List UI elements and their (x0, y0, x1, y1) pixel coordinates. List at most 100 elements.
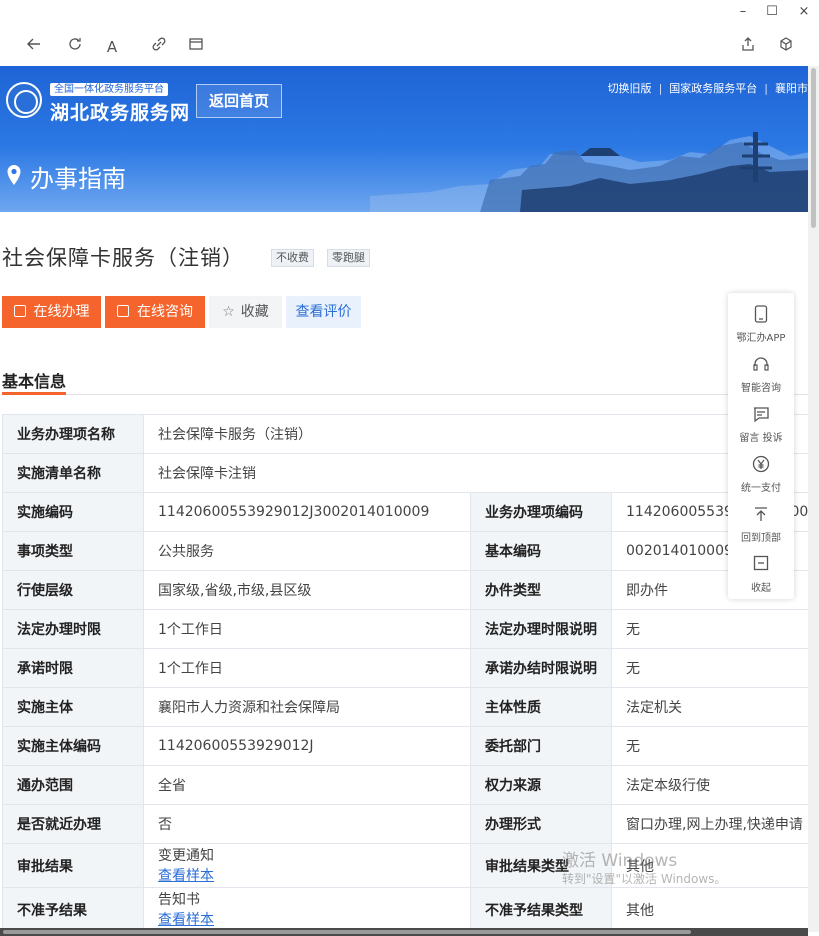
fee-tag: 不收费 (271, 249, 314, 267)
view-sample-link[interactable]: 查看样本 (158, 910, 456, 930)
extensions-icon[interactable] (775, 36, 797, 58)
section-underline (2, 392, 66, 395)
table-label: 实施主体编码 (2, 726, 144, 766)
table-value: 社会保障卡注销 (143, 453, 808, 493)
side-label: 收起 (751, 583, 771, 594)
table-row: 法定办理时限 1个工作日 法定办理时限说明 无 (2, 609, 808, 649)
back-icon[interactable] (23, 36, 45, 58)
table-value: 无 (611, 648, 808, 688)
vertical-scrollbar[interactable] (808, 66, 819, 932)
message-complaint-button[interactable]: 留言 投诉 (728, 405, 794, 455)
table-label: 办理形式 (470, 804, 612, 844)
switch-old-version-link[interactable]: 切换旧版 (608, 82, 652, 95)
back-to-top-button[interactable]: 回到顶部 (728, 505, 794, 555)
share-icon[interactable] (737, 36, 759, 58)
unified-payment-button[interactable]: 统一支付 (728, 455, 794, 505)
table-value: 国家级,省级,市级,县区级 (143, 570, 471, 610)
table-row: 不准予结果 告知书 查看样本 不准予结果类型 其他 (2, 887, 808, 932)
read-aloud-icon[interactable]: A (101, 36, 123, 58)
table-label: 是否就近办理 (2, 804, 144, 844)
star-icon: ☆ (222, 304, 235, 320)
skyline-illustration (370, 132, 808, 212)
table-label: 委托部门 (470, 726, 612, 766)
table-value: 其他 (611, 887, 808, 932)
table-row: 实施主体编码 11420600553929012J 委托部门 无 (2, 726, 808, 766)
maximize-button[interactable]: ☐ (760, 4, 784, 19)
table-label: 不准予结果类型 (470, 887, 612, 932)
page-title: 社会保障卡服务（注销） (2, 246, 244, 270)
table-label: 业务办理项名称 (2, 414, 144, 454)
message-icon (750, 405, 772, 427)
page-viewport: 全国一体化政务服务平台 湖北政务服务网 返回首页 切换旧版 | 国家政务服务平台 | 襄… (0, 66, 808, 932)
table-value: 变更通知 查看样本 (143, 843, 471, 888)
scrollbar-thumb[interactable] (811, 68, 816, 228)
smart-consult-button[interactable]: 智能咨询 (728, 355, 794, 405)
table-label: 权力来源 (470, 765, 612, 805)
consult-icon (117, 305, 129, 317)
table-label: 基本编码 (470, 531, 612, 571)
minimize-button[interactable]: – (731, 4, 755, 19)
table-value: 法定机关 (611, 687, 808, 727)
side-label: 统一支付 (741, 483, 781, 494)
view-reviews-button[interactable]: 查看评价 (286, 296, 361, 328)
headset-icon (750, 355, 772, 377)
table-value: 襄阳市人力资源和社会保障局 (143, 687, 471, 727)
collapse-button[interactable]: 收起 (728, 555, 794, 605)
floating-side-panel: 鄂汇办APP 智能咨询 留言 投诉 统一支付 回到顶部 收起 (728, 293, 794, 599)
yuan-icon (750, 455, 772, 477)
table-row: 通办范围 全省 权力来源 法定本级行使 (2, 765, 808, 805)
city-switch-link[interactable]: 襄阳市 (775, 82, 808, 95)
horizontal-scrollbar-thumb[interactable] (3, 930, 691, 934)
online-handle-button[interactable]: 在线办理 (2, 296, 101, 328)
table-value: 11420600553929012J3002014010009 (143, 492, 471, 532)
national-platform-link[interactable]: 国家政务服务平台 (669, 82, 757, 95)
table-row: 业务办理项名称 社会保障卡服务（注销） (2, 414, 808, 454)
home-button[interactable]: 返回首页 (196, 84, 282, 118)
activation-watermark: 激活 Windows (562, 851, 678, 871)
site-name[interactable]: 湖北政务服务网 (50, 98, 190, 125)
side-label: 留言 投诉 (739, 433, 783, 444)
close-button[interactable]: × (792, 4, 816, 19)
table-label: 承诺办结时限说明 (470, 648, 612, 688)
table-label: 法定办理时限说明 (470, 609, 612, 649)
table-value: 全省 (143, 765, 471, 805)
table-row: 事项类型 公共服务 基本编码 00201401000900 (2, 531, 808, 571)
table-row: 实施编码 11420600553929012J3002014010009 业务办… (2, 492, 808, 532)
refresh-icon[interactable] (64, 36, 86, 58)
online-handle-label: 在线办理 (33, 304, 90, 320)
handle-icon (13, 305, 26, 317)
horizontal-scrollbar[interactable] (0, 928, 808, 936)
online-consult-label: 在线咨询 (137, 304, 193, 320)
rejection-result-value: 告知书 (158, 891, 200, 908)
table-label: 主体性质 (470, 687, 612, 727)
site-logo-icon[interactable] (6, 82, 42, 118)
table-value: 否 (143, 804, 471, 844)
favorite-button[interactable]: ☆ 收藏 (209, 296, 282, 328)
table-row: 实施清单名称 社会保障卡注销 (2, 453, 808, 493)
approval-result-value: 变更通知 (158, 847, 214, 864)
table-label: 通办范围 (2, 765, 144, 805)
table-label: 业务办理项编码 (470, 492, 612, 532)
table-value: 11420600553929012J (143, 726, 471, 766)
table-value: 法定本级行使 (611, 765, 808, 805)
table-value: 无 (611, 726, 808, 766)
table-label: 法定办理时限 (2, 609, 144, 649)
online-consult-button[interactable]: 在线咨询 (105, 296, 205, 328)
side-label: 鄂汇办APP (736, 333, 786, 344)
app-download-button[interactable]: 鄂汇办APP (728, 305, 794, 355)
table-row: 实施主体 襄阳市人力资源和社会保障局 主体性质 法定机关 (2, 687, 808, 727)
favorite-label: 收藏 (240, 304, 269, 320)
side-label: 智能咨询 (741, 383, 781, 394)
top-links: 切换旧版 | 国家政务服务平台 | 襄阳市 (607, 82, 808, 95)
link-icon[interactable] (148, 36, 170, 58)
table-value: 1个工作日 (143, 609, 471, 649)
reader-icon[interactable] (185, 36, 207, 58)
view-sample-link[interactable]: 查看样本 (158, 866, 456, 886)
table-value: 无 (611, 609, 808, 649)
phone-icon (750, 305, 772, 327)
table-value: 1个工作日 (143, 648, 471, 688)
location-pin-icon (7, 165, 21, 185)
back-to-top-icon (750, 505, 772, 527)
table-row: 是否就近办理 否 办理形式 窗口办理,网上办理,快递申请 (2, 804, 808, 844)
table-value: 公共服务 (143, 531, 471, 571)
